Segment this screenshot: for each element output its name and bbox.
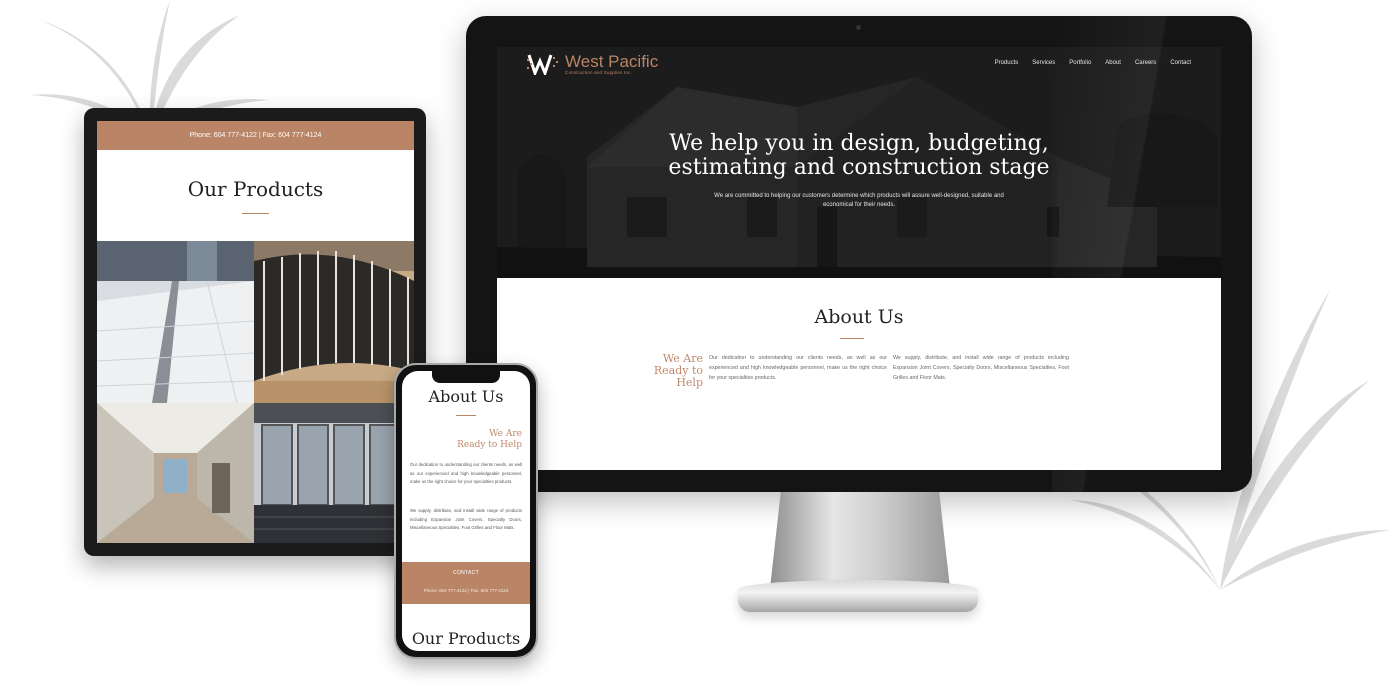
hero-description: We are committed to helping our customer… [714, 193, 1004, 208]
phone-ready-line-2: Ready to Help [457, 440, 522, 450]
about-title: About Us [814, 306, 904, 328]
contact-bar: Phone: 604 777-4122 | Fax: 604 777-4124 [97, 121, 414, 150]
product-photo-revolving-door[interactable] [254, 403, 414, 543]
hero-title-line-2: estimating and construction stage [668, 155, 1050, 180]
phone-screen: About Us We Are Ready to Help Our dedica… [402, 371, 530, 651]
hero-title: We help you in design, budgeting, estima… [497, 132, 1221, 180]
ready-to-help-heading: We Are Ready to Help [645, 353, 703, 389]
phone-device: About Us We Are Ready to Help Our dedica… [394, 363, 538, 659]
nav-item-portfolio[interactable]: Portfolio [1069, 60, 1091, 66]
phone-products-title: Our Products [411, 629, 521, 648]
phone-about-text-1: Our dedication to understanding our clie… [410, 462, 522, 485]
about-text-column-1: Our dedication to understanding our clie… [709, 355, 887, 381]
phone-ready-heading: We Are Ready to Help [457, 429, 522, 451]
tablet-screen: Phone: 604 777-4122 | Fax: 604 777-4124 … [97, 121, 414, 543]
nav-item-careers[interactable]: Careers [1135, 60, 1156, 66]
hero-section: West Pacific Construction and Supplies I… [497, 47, 1221, 278]
product-photo-security-grille[interactable] [254, 241, 414, 403]
brand-logo[interactable]: West Pacific Construction and Supplies I… [527, 53, 658, 75]
desktop-monitor: West Pacific Construction and Supplies I… [466, 16, 1252, 492]
phone-about-title: About Us [428, 387, 504, 406]
camera-icon [856, 25, 861, 30]
phone-notch [432, 371, 500, 383]
product-photo-expansion-joint[interactable] [97, 241, 254, 403]
phone-ready-line-1: We Are [489, 429, 522, 439]
phone-about-text-2: We supply, distribute, and install wide … [410, 508, 522, 531]
logo-name: West Pacific [565, 51, 659, 71]
phone-contact-info: Phone: 604 777-4122 | Fax: 604 777-4124 [423, 588, 509, 593]
monitor-base [738, 580, 978, 612]
about-text-column-2: We supply, distribute, and install wide … [893, 355, 1069, 381]
about-divider [840, 338, 864, 339]
phone-contact-band: CONTACT Phone: 604 777-4122 | Fax: 604 7… [402, 562, 530, 604]
nav-item-products[interactable]: Products [995, 60, 1019, 66]
logo-mark-icon [527, 54, 558, 75]
products-title: Our Products [187, 177, 324, 201]
main-nav: Products Services Portfolio About Career… [995, 60, 1191, 66]
nav-item-contact[interactable]: Contact [1170, 60, 1191, 66]
hero-title-line-1: We help you in design, budgeting, [669, 131, 1049, 156]
product-photo-corridor[interactable] [97, 403, 254, 543]
products-divider [242, 213, 269, 214]
tablet-device: Phone: 604 777-4122 | Fax: 604 777-4124 … [84, 108, 426, 556]
monitor-stand [770, 492, 950, 588]
desktop-screen: West Pacific Construction and Supplies I… [497, 47, 1221, 470]
phone-about-divider [456, 415, 476, 416]
ready-line-3: Help [676, 376, 703, 389]
phone-contact-link[interactable]: CONTACT [402, 570, 530, 576]
nav-item-about[interactable]: About [1105, 60, 1121, 66]
nav-item-services[interactable]: Services [1032, 60, 1055, 66]
